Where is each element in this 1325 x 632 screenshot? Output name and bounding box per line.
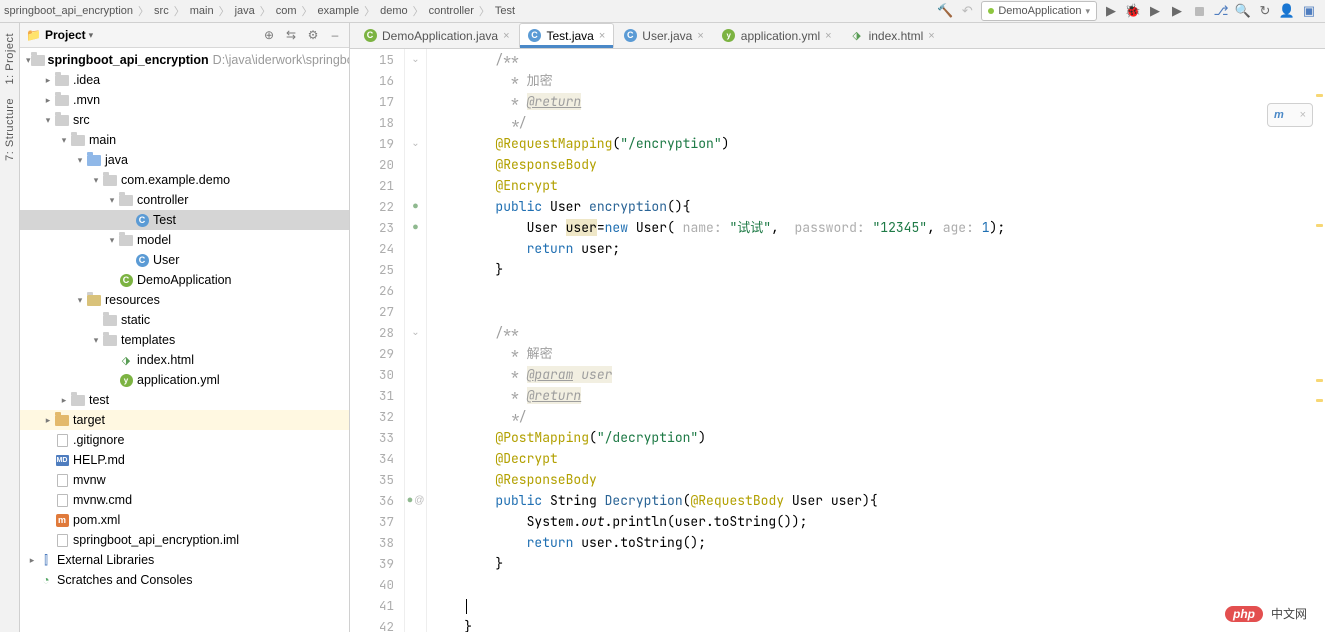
project-sidebar-header: 📁 Project ▾ ⊕ ⇆ ⚙ – [20, 23, 349, 48]
tree-node-demoapp-class[interactable]: CDemoApplication [20, 270, 349, 290]
sync-icon[interactable]: ↻ [1257, 3, 1273, 19]
tree-root[interactable]: ▾ springboot_api_encryption D:\java\ider… [20, 50, 349, 70]
hide-icon[interactable]: – [327, 27, 343, 43]
tree-node-controller[interactable]: ▾controller [20, 190, 349, 210]
breadcrumb[interactable]: springboot_api_encryption〉 src〉 main〉 ja… [0, 3, 937, 19]
folder-icon: 📁 [26, 28, 41, 42]
debug-icon[interactable]: 🐞 [1125, 3, 1141, 19]
error-stripe[interactable] [1314, 49, 1325, 632]
text-caret [466, 599, 467, 614]
close-icon[interactable]: × [928, 30, 934, 42]
git-icon[interactable]: ⎇ [1213, 3, 1229, 19]
tree-node-src[interactable]: ▾src [20, 110, 349, 130]
tree-node-gitignore[interactable]: .gitignore [20, 430, 349, 450]
line-number-gutter[interactable]: 1516171819202122232425262728293031323334… [350, 49, 405, 632]
tree-node-templates[interactable]: ▾templates [20, 330, 349, 350]
tree-node-scratches[interactable]: ◔Scratches and Consoles [20, 570, 349, 590]
coverage-run-icon[interactable]: ▶ [1147, 3, 1163, 19]
tree-node-pom[interactable]: mpom.xml [20, 510, 349, 530]
tab-user[interactable]: C User.java × [614, 23, 712, 48]
gutter-icons[interactable]: ⌄⌄●●⌄●@ [405, 49, 427, 632]
tree-node-idea[interactable]: ▸.idea [20, 70, 349, 90]
tree-node-package[interactable]: ▾com.example.demo [20, 170, 349, 190]
html-icon: ⬗ [850, 29, 864, 42]
tree-node-mvn[interactable]: ▸.mvn [20, 90, 349, 110]
breadcrumb-item[interactable]: springboot_api_encryption [4, 5, 133, 17]
tree-node-help-md[interactable]: MDHELP.md [20, 450, 349, 470]
chevron-down-icon[interactable]: ▾ [89, 30, 94, 41]
yml-icon: y [722, 29, 736, 42]
navigation-bar: springboot_api_encryption〉 src〉 main〉 ja… [0, 0, 1325, 23]
tree-node-main[interactable]: ▾main [20, 130, 349, 150]
tree-node-java[interactable]: ▾java [20, 150, 349, 170]
project-tree[interactable]: ▾ springboot_api_encryption D:\java\ider… [20, 48, 349, 632]
inspection-chip[interactable]: m × [1267, 103, 1313, 127]
tab-application-yml[interactable]: y application.yml × [713, 23, 841, 48]
tree-node-model[interactable]: ▾model [20, 230, 349, 250]
tree-node-resources[interactable]: ▾resources [20, 290, 349, 310]
sidebar-title[interactable]: Project [45, 28, 86, 42]
tab-index-html[interactable]: ⬗ index.html × [841, 23, 944, 48]
avatar-icon[interactable]: 👤 [1279, 3, 1295, 19]
select-opened-file-icon[interactable]: ⊕ [261, 27, 277, 43]
tree-node-external-libraries[interactable]: ▸⫿External Libraries [20, 550, 349, 570]
tree-node-user-class[interactable]: CUser [20, 250, 349, 270]
class-icon: C [528, 29, 542, 42]
tree-node-test-class[interactable]: CTest [20, 210, 349, 230]
toolwindow-strip-left: 1: Project 7: Structure [0, 23, 20, 632]
close-icon[interactable]: × [503, 30, 509, 42]
tab-test[interactable]: C Test.java × [519, 23, 615, 48]
close-icon[interactable]: × [599, 30, 605, 42]
toolwindow-tab-structure[interactable]: 7: Structure [4, 98, 16, 161]
tab-demo-application[interactable]: C DemoApplication.java × [354, 23, 519, 48]
run-icon[interactable]: ▶ [1103, 3, 1119, 19]
close-icon[interactable]: × [825, 30, 831, 42]
more-icon[interactable]: ▣ [1301, 3, 1317, 19]
build-icon[interactable]: 🔨 [937, 3, 953, 19]
tree-node-index-html[interactable]: ⬗index.html [20, 350, 349, 370]
tree-node-iml[interactable]: springboot_api_encryption.iml [20, 530, 349, 550]
class-icon: C [363, 29, 377, 42]
close-icon[interactable]: × [697, 30, 703, 42]
toolwindow-tab-project[interactable]: 1: Project [4, 33, 16, 84]
code-area[interactable]: /** * 加密 * @return */ @RequestMapping("/… [427, 49, 1325, 632]
class-icon: C [623, 29, 637, 42]
tree-node-mvnw-cmd[interactable]: mvnw.cmd [20, 490, 349, 510]
run-config-label: DemoApplication [998, 5, 1081, 17]
run-config-selector[interactable]: DemoApplication ▾ [981, 1, 1097, 21]
editor-body[interactable]: 1516171819202122232425262728293031323334… [350, 49, 1325, 632]
gear-icon[interactable]: ⚙ [305, 27, 321, 43]
prev-icon[interactable]: ↶ [959, 3, 975, 19]
search-icon[interactable]: 🔍 [1235, 3, 1251, 19]
profile-run-icon[interactable]: ▶ [1169, 3, 1185, 19]
tree-node-static[interactable]: static [20, 310, 349, 330]
tree-node-test-dir[interactable]: ▸test [20, 390, 349, 410]
maven-icon: m [1274, 109, 1284, 121]
project-sidebar: 📁 Project ▾ ⊕ ⇆ ⚙ – ▾ springboot_api_enc… [20, 23, 350, 632]
stop-icon[interactable] [1191, 3, 1207, 19]
close-icon[interactable]: × [1300, 109, 1306, 121]
tree-node-target[interactable]: ▸target [20, 410, 349, 430]
watermark: php 中文网 [1225, 605, 1307, 622]
tree-node-application-yml[interactable]: yapplication.yml [20, 370, 349, 390]
tree-node-mvnw[interactable]: mvnw [20, 470, 349, 490]
editor-tabs: C DemoApplication.java × C Test.java × C… [350, 23, 1325, 49]
collapse-all-icon[interactable]: ⇆ [283, 27, 299, 43]
